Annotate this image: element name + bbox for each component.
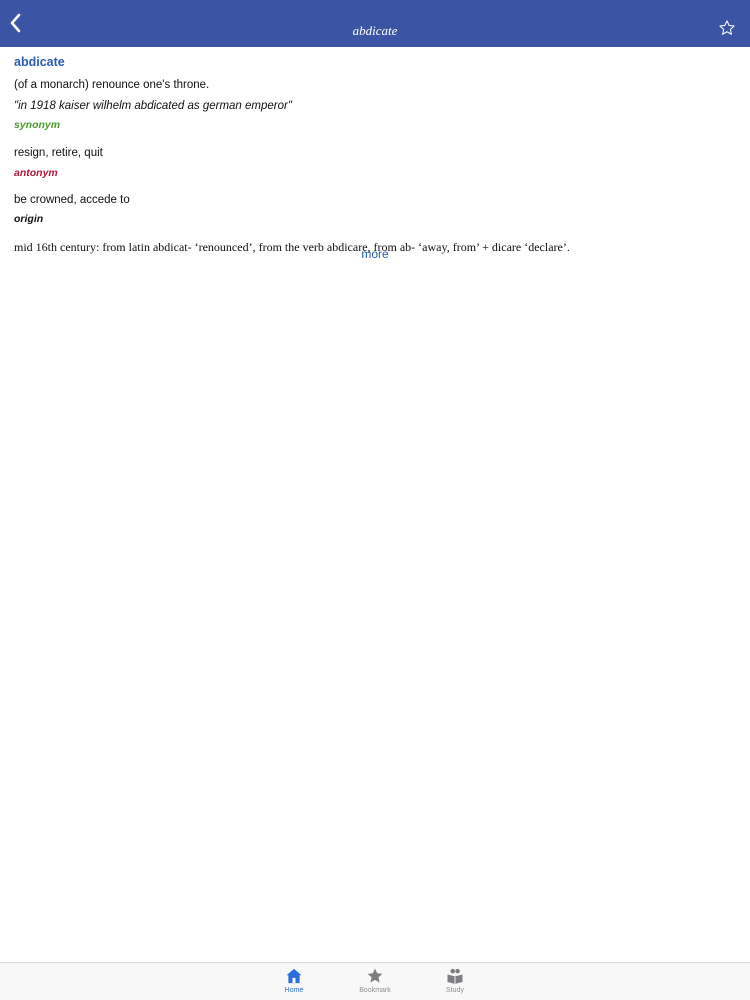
entry-content: abdicate (of a monarch) renounce one's t… — [14, 53, 736, 256]
origin-label: origin — [14, 213, 44, 225]
tab-study-label: Study — [446, 987, 464, 994]
tab-bar: Home Bookmark Study — [0, 962, 750, 1000]
more-link[interactable]: more — [0, 244, 750, 264]
tab-bookmark[interactable]: Bookmark — [345, 967, 405, 999]
star-outline-icon — [719, 20, 735, 35]
dictionary-entry-screen: abdicate abdicate (of a monarch) renounc… — [0, 0, 750, 1000]
tab-study[interactable]: Study — [425, 967, 485, 999]
tab-home[interactable]: Home — [264, 967, 324, 999]
tab-bookmark-label: Bookmark — [359, 987, 391, 994]
study-icon — [447, 968, 463, 984]
antonym-label: antonym — [14, 166, 58, 179]
synonyms-text: resign, retire, quit — [14, 146, 103, 159]
navigation-bar: abdicate — [0, 0, 750, 47]
example-sentence: "in 1918 kaiser wilhelm abdicated as ger… — [14, 100, 292, 112]
headword: abdicate — [14, 55, 65, 69]
antonyms-text: be crowned, accede to — [14, 194, 130, 206]
bookmark-button[interactable] — [718, 19, 738, 39]
definition-text: (of a monarch) renounce one's throne. — [14, 79, 210, 91]
page-title: abdicate — [352, 23, 398, 38]
synonym-label: synonym — [14, 119, 61, 131]
tab-home-label: Home — [284, 987, 304, 994]
home-icon — [286, 968, 302, 984]
star-icon — [367, 968, 383, 983]
